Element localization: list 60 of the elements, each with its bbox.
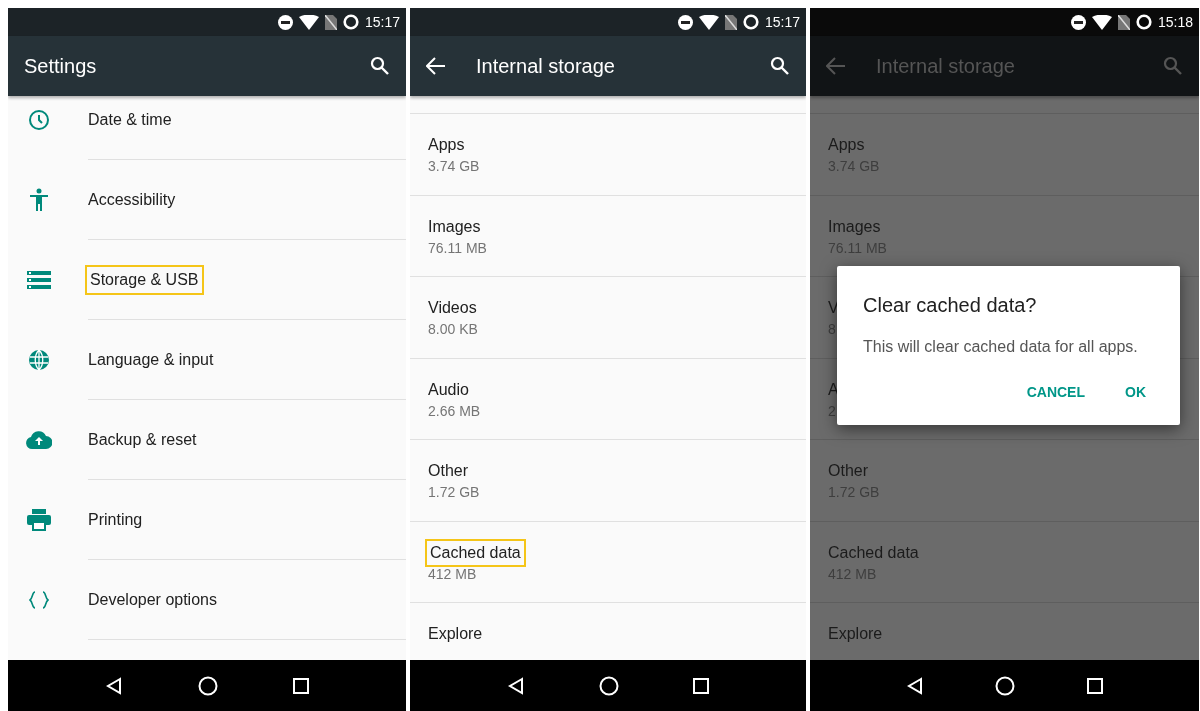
- storage-item-label[interactable]: Cached data: [428, 541, 523, 564]
- storage-item-label[interactable]: Images: [428, 215, 481, 238]
- ring-icon: [1135, 14, 1152, 30]
- settings-item[interactable]: Storage & USB: [88, 267, 201, 292]
- globe-icon: [27, 348, 51, 372]
- square-icon[interactable]: [1087, 677, 1104, 694]
- storage-icon: [27, 271, 51, 289]
- storage-item-label[interactable]: Other: [428, 460, 468, 482]
- toolbar-title: Settings: [24, 54, 98, 79]
- printer-icon: [27, 509, 51, 531]
- dialog-title: Clear cached data?: [863, 293, 1038, 318]
- storage-size: 3.74 GB: [428, 157, 480, 176]
- storage-item-label[interactable]: Audio: [428, 378, 469, 401]
- wifi-icon: [698, 14, 719, 30]
- back-triangle-icon[interactable]: [905, 676, 924, 695]
- minus-circle-icon: [1070, 14, 1086, 30]
- storage-size: 76.11 MB: [428, 238, 487, 258]
- home-circle-icon[interactable]: [995, 675, 1016, 696]
- minus-circle-icon: [677, 14, 693, 30]
- search-icon[interactable]: [770, 56, 790, 76]
- square-icon[interactable]: [292, 677, 309, 694]
- storage-item-label[interactable]: Apps: [428, 134, 465, 156]
- dialog-message: This will clear cached data for all apps.: [863, 337, 1139, 357]
- settings-item[interactable]: Accessibility: [88, 187, 176, 212]
- braces-icon: [29, 590, 49, 610]
- clock-icon: [27, 108, 51, 132]
- back-triangle-icon[interactable]: [507, 676, 525, 695]
- dialog-button[interactable]: CANCEL: [1018, 378, 1093, 407]
- settings-item[interactable]: Developer options: [88, 587, 217, 612]
- storage-size: 8.00 KB: [428, 320, 478, 339]
- settings-item[interactable]: Backup & reset: [88, 427, 197, 452]
- person-icon: [28, 188, 50, 212]
- storage-item-label[interactable]: Explore: [428, 623, 483, 645]
- storage-size: 2.66 MB: [428, 401, 481, 421]
- toolbar-title: Internal storage: [876, 54, 1016, 79]
- status-time: 15:17: [764, 12, 800, 32]
- settings-item[interactable]: Language & input: [88, 347, 214, 372]
- home-circle-icon[interactable]: [198, 675, 218, 696]
- status-time: 15:18: [1157, 12, 1193, 32]
- wifi-icon: [1091, 14, 1112, 30]
- sim-card-icon: [724, 14, 737, 30]
- wifi-icon: [298, 14, 319, 30]
- toolbar-title: Internal storage: [476, 54, 616, 79]
- cloud-upload-icon: [26, 431, 52, 449]
- settings-item[interactable]: Printing: [88, 507, 143, 532]
- storage-size: 412 MB: [428, 564, 477, 584]
- sim-card-icon: [324, 14, 337, 30]
- back-triangle-icon[interactable]: [105, 676, 124, 695]
- search-icon[interactable]: [370, 56, 390, 76]
- minus-circle-icon: [277, 14, 293, 30]
- storage-size: 1.72 GB: [428, 483, 480, 502]
- ring-icon: [342, 14, 359, 30]
- dialog-button[interactable]: OK: [1117, 378, 1154, 407]
- ring-icon: [742, 14, 759, 30]
- status-time: 15:17: [364, 12, 400, 32]
- storage-item-label[interactable]: Videos: [428, 297, 477, 319]
- home-circle-icon[interactable]: [599, 675, 619, 696]
- square-icon[interactable]: [693, 677, 709, 694]
- settings-item[interactable]: Date & time: [88, 107, 172, 132]
- sim-card-icon: [1117, 14, 1130, 30]
